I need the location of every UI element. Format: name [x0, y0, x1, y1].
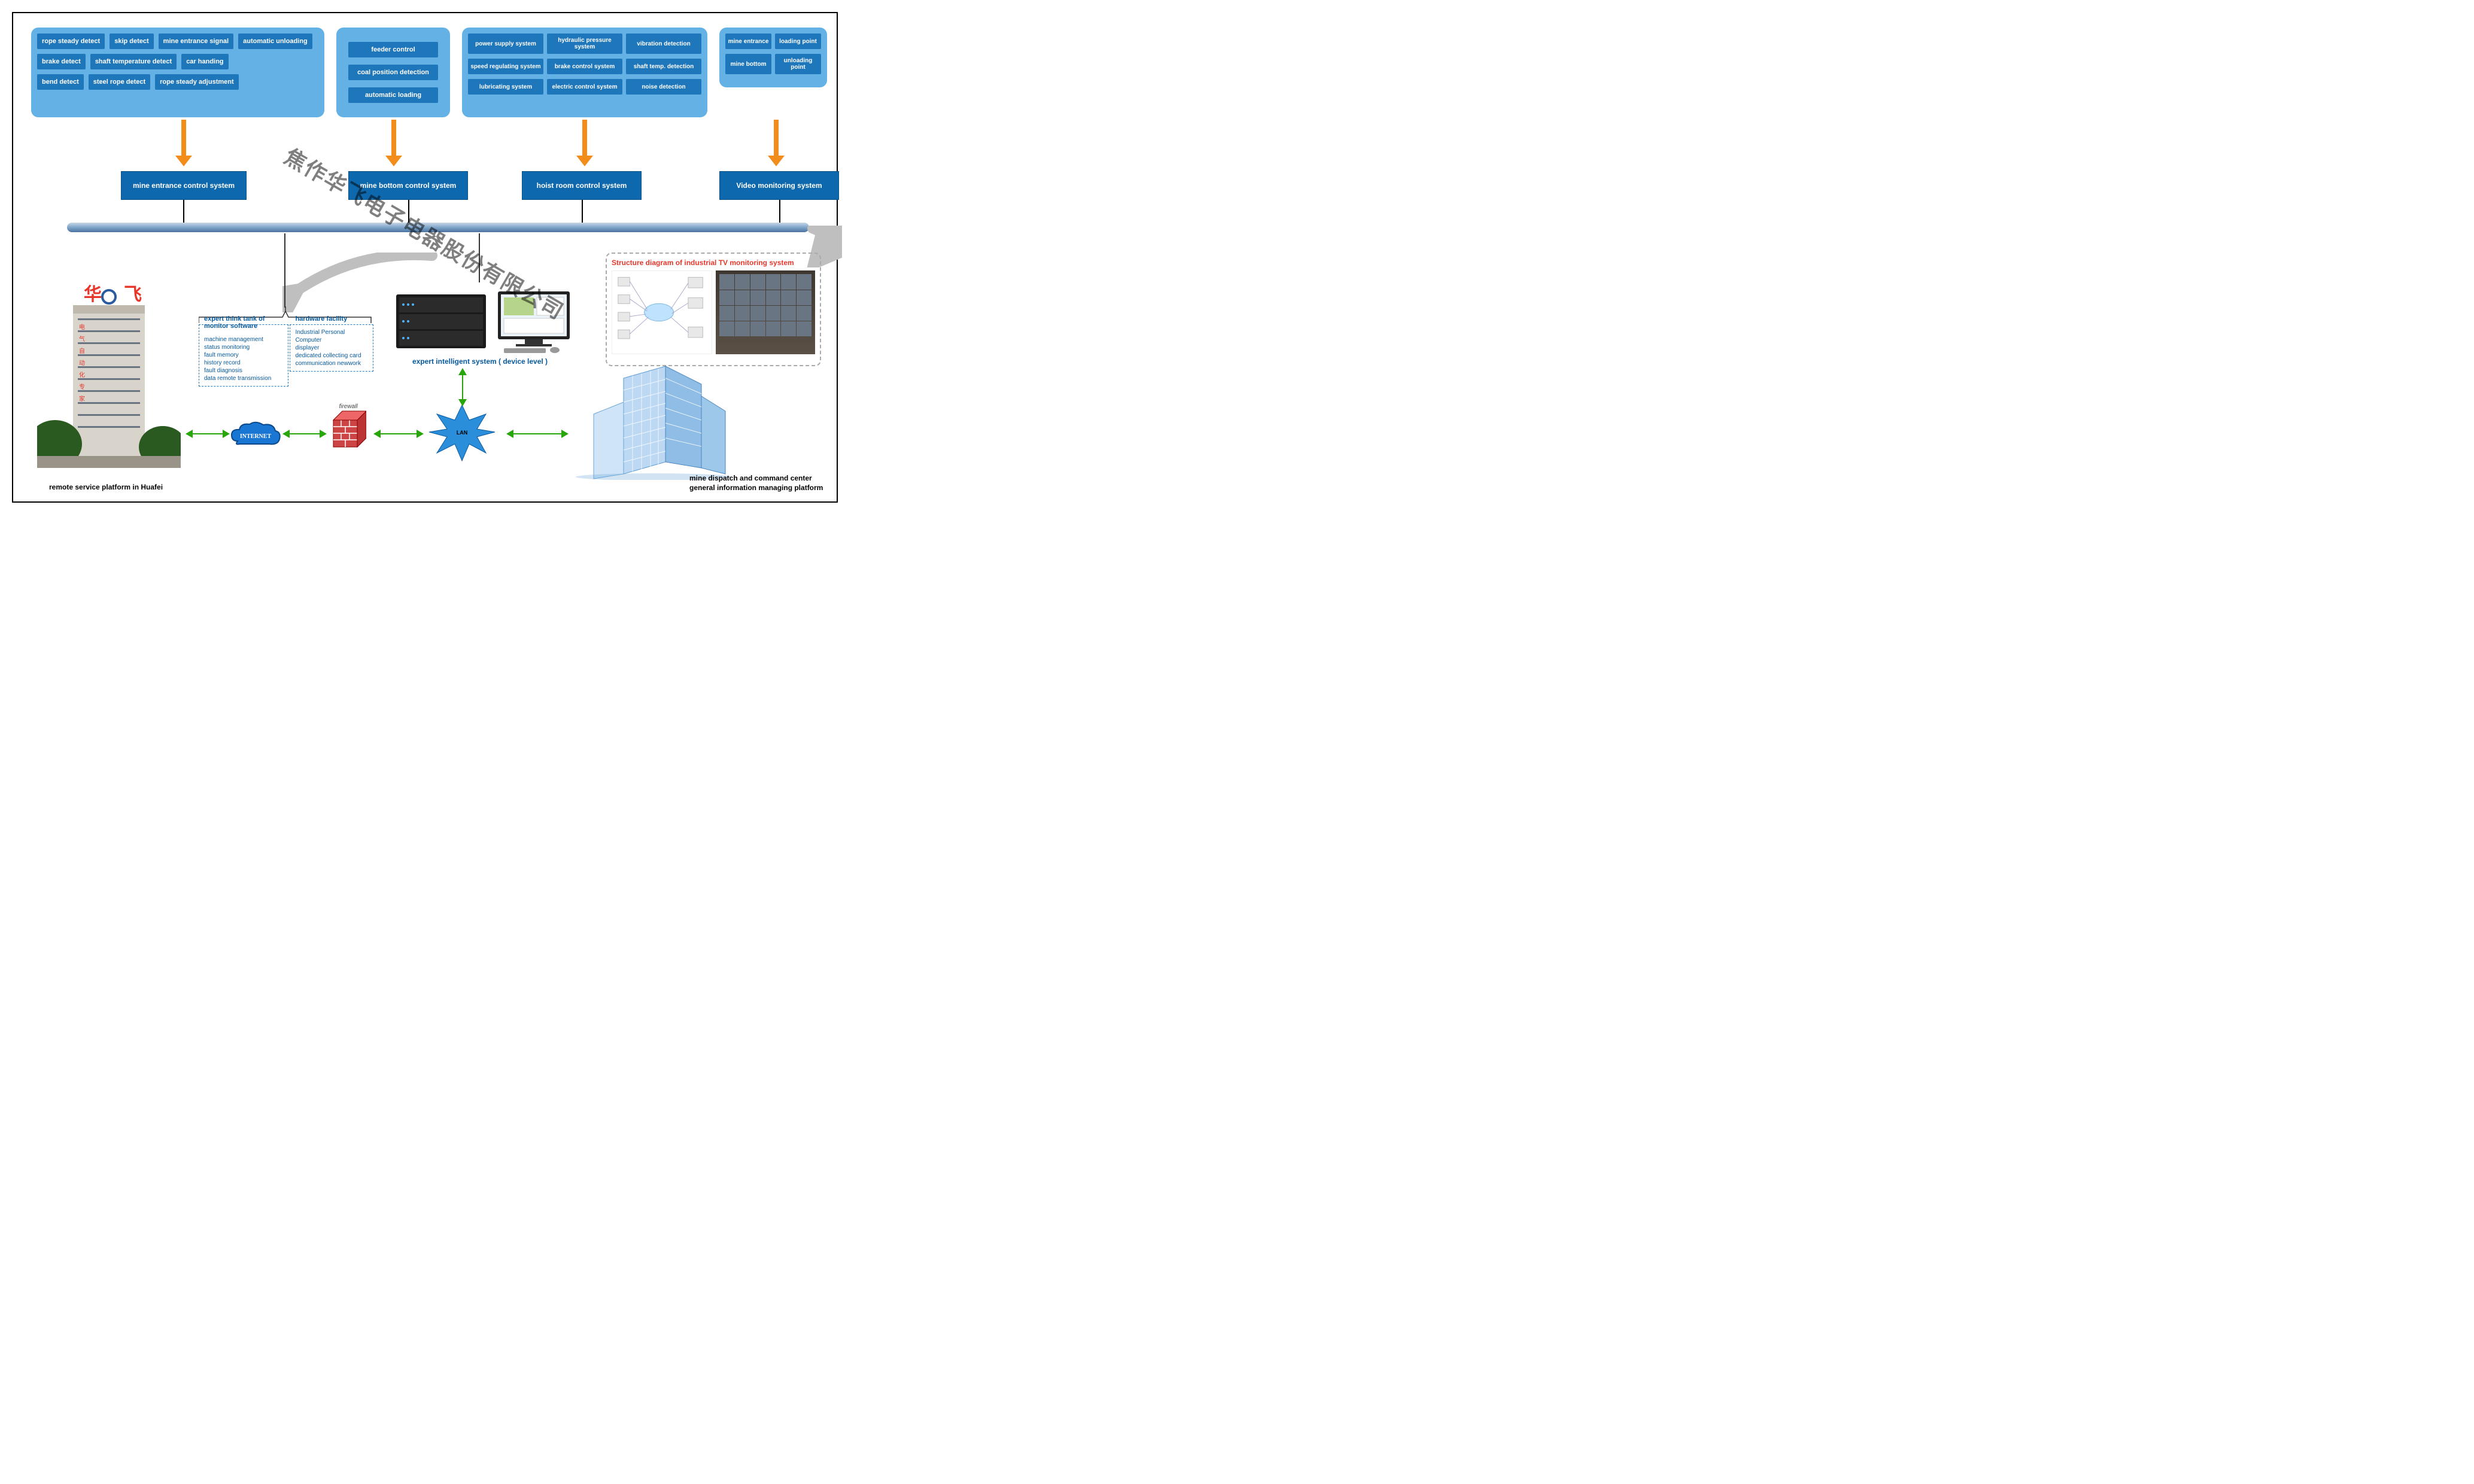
- tv-structure-diagram-icon: [612, 270, 712, 354]
- system-hoist-room: hoist room control system: [522, 171, 642, 200]
- right-label: mine dispatch and command center general…: [689, 474, 823, 492]
- panel-hoist-room: power supply system hydraulic pressure s…: [462, 28, 707, 117]
- tv-wall-photo-icon: [716, 270, 815, 354]
- svg-text:电: 电: [79, 323, 85, 331]
- expert-system-label: expert intelligent system ( device level…: [384, 357, 576, 366]
- system-mine-entrance: mine entrance control system: [121, 171, 247, 200]
- lan-star-icon: LAN: [426, 402, 498, 462]
- tv-title: Structure diagram of industrial TV monit…: [612, 259, 815, 267]
- tag: mine entrance signal: [159, 34, 233, 49]
- tag: steel rope detect: [89, 74, 150, 90]
- svg-text:气: 气: [79, 335, 85, 343]
- svg-text:家: 家: [79, 395, 85, 403]
- tag: rope steady adjustment: [155, 74, 238, 90]
- firewall-icon: firewall: [330, 402, 366, 450]
- tag: skip detect: [110, 34, 153, 49]
- tag: mine entrance: [725, 34, 771, 49]
- tag: electric control system: [547, 79, 622, 95]
- connector-line: [284, 233, 285, 308]
- dashbox-hardware: hardware facility Industrial Personal Co…: [290, 324, 373, 372]
- huafei-building-icon: 华 飞 电气自动化专家: [37, 276, 181, 468]
- tag: rope steady detect: [37, 34, 105, 49]
- connector-line: [779, 200, 780, 223]
- tag: speed regulating system: [468, 59, 543, 74]
- connector-line: [479, 233, 480, 282]
- tag: hydraulic pressure system: [547, 34, 622, 54]
- tag: feeder control: [348, 42, 438, 57]
- tag: lubricating system: [468, 79, 543, 95]
- panel-mine-bottom: feeder control coal position detection a…: [336, 28, 450, 117]
- tag: shaft temp. detection: [626, 59, 701, 74]
- dashbox-software: expert think tank of monitor software ma…: [199, 324, 288, 387]
- system-mine-bottom: mine bottom control system: [348, 171, 468, 200]
- double-arrow-icon: [290, 433, 320, 434]
- tag: automatic unloading: [238, 34, 312, 49]
- system-video-monitoring: Video monitoring system: [719, 171, 839, 200]
- diagram-frame: rope steady detect skip detect mine entr…: [12, 12, 838, 503]
- tag: bend detect: [37, 74, 84, 90]
- command-center-building-icon: [576, 360, 731, 480]
- bus-bar-icon: [67, 223, 809, 232]
- dash-title: expert think tank of monitor software: [204, 315, 283, 330]
- svg-text:LAN: LAN: [457, 430, 468, 436]
- tag: noise detection: [626, 79, 701, 95]
- double-arrow-icon: [193, 433, 223, 434]
- svg-text:自: 自: [79, 347, 85, 355]
- dash-title: hardware facility: [295, 315, 368, 323]
- dashed-group: expert think tank of monitor software ma…: [199, 324, 373, 387]
- svg-text:飞: 飞: [124, 285, 142, 305]
- panel-mine-entrance: rope steady detect skip detect mine entr…: [31, 28, 324, 117]
- tag: shaft temperature detect: [90, 54, 177, 69]
- connector-line: [582, 200, 583, 223]
- panel-video: mine entrance loading point mine bottom …: [719, 28, 827, 87]
- svg-text:化: 化: [79, 371, 85, 379]
- svg-text:动: 动: [79, 360, 85, 367]
- tag: power supply system: [468, 34, 543, 54]
- internet-cloud-icon: INTERNET: [229, 420, 282, 453]
- connector-line: [408, 200, 409, 223]
- svg-text:华: 华: [84, 285, 102, 305]
- tag: mine bottom: [725, 54, 771, 74]
- tag: vibration detection: [626, 34, 701, 54]
- tag: brake detect: [37, 54, 86, 69]
- tag: coal position detection: [348, 65, 438, 80]
- tag: automatic loading: [348, 87, 438, 103]
- tv-monitoring-box: Structure diagram of industrial TV monit…: [606, 253, 821, 366]
- connector-line: [183, 200, 184, 223]
- svg-text:INTERNET: INTERNET: [240, 433, 272, 440]
- expert-system-icon: [384, 282, 576, 354]
- svg-text:专: 专: [79, 383, 85, 391]
- tag: car handing: [181, 54, 228, 69]
- tag: unloading point: [775, 54, 821, 74]
- tag: brake control system: [547, 59, 622, 74]
- double-arrow-icon: [513, 433, 561, 434]
- svg-text:firewall: firewall: [339, 403, 358, 410]
- tag: loading point: [775, 34, 821, 49]
- double-arrow-icon: [462, 375, 463, 399]
- left-label: remote service platform in Huafei: [49, 483, 163, 491]
- double-arrow-icon: [381, 433, 417, 434]
